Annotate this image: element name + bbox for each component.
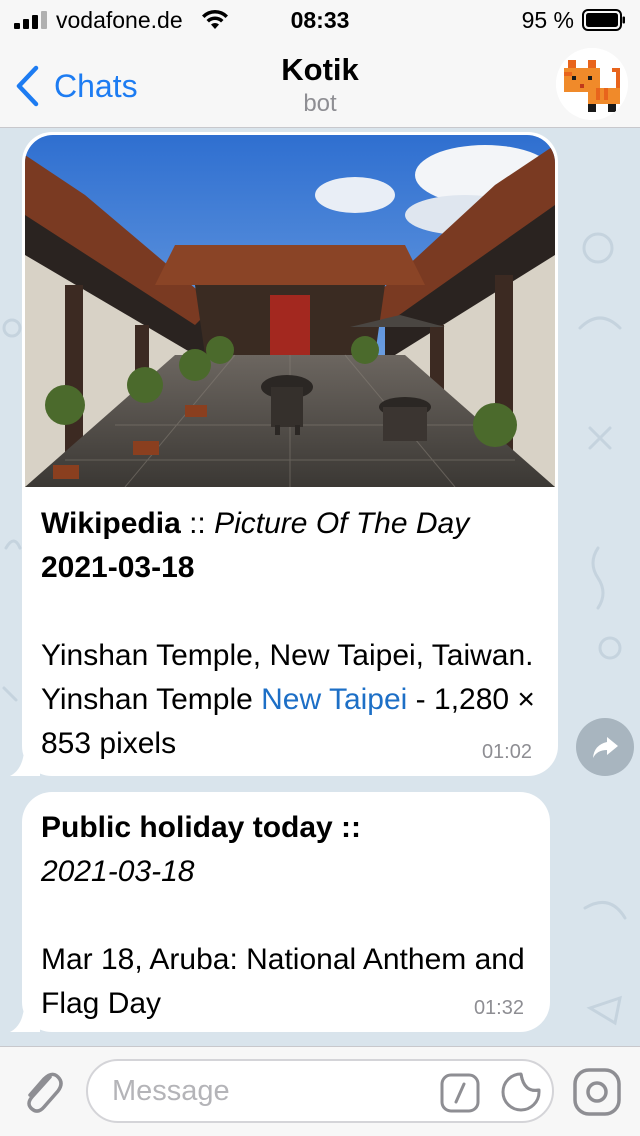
- photo-image: [25, 135, 555, 487]
- message-text: Public holiday today :: 2021-03-18 Mar 1…: [41, 806, 531, 1026]
- pixel-cat-avatar: [556, 48, 628, 120]
- message-heading: Public holiday today ::: [41, 811, 362, 844]
- message-body: Mar 18, Aruba: National Anthem and Flag …: [41, 943, 525, 1020]
- message-bubble[interactable]: Public holiday today :: 2021-03-18 Mar 1…: [10, 792, 550, 1032]
- temple-courtyard-photo[interactable]: [25, 135, 555, 487]
- share-arrow-icon: [593, 737, 618, 758]
- message-source: Wikipedia: [41, 507, 181, 540]
- message-date: 2021-03-18: [41, 551, 195, 584]
- battery-icon: [582, 9, 625, 31]
- avatar[interactable]: [556, 48, 628, 120]
- chat-area[interactable]: Wikipedia :: Picture Of The Day 2021-03-…: [0, 128, 640, 1046]
- message-input[interactable]: [86, 1059, 554, 1123]
- status-bar: vodafone.de 08:33 95 %: [0, 0, 640, 40]
- message-text: Wikipedia :: Picture Of The Day 2021-03-…: [41, 502, 541, 766]
- nav-bar: Chats Kotik bot: [0, 40, 640, 128]
- message-time: 01:32: [473, 997, 524, 1019]
- new-taipei-link[interactable]: New Taipei: [261, 683, 407, 716]
- bot-command-icon[interactable]: [440, 1073, 480, 1113]
- message-time: 01:02: [481, 741, 532, 763]
- message-date: 2021-03-18: [41, 855, 195, 888]
- input-bar: [0, 1046, 640, 1136]
- battery-percentage: 95 %: [521, 7, 574, 33]
- sticker-icon[interactable]: [500, 1071, 542, 1113]
- bubble-tail: [10, 1002, 40, 1032]
- chat-title: Kotik: [281, 52, 359, 87]
- bubble-tail: [10, 746, 40, 776]
- forward-button[interactable]: [576, 718, 634, 776]
- camera-icon[interactable]: [572, 1067, 622, 1117]
- paperclip-icon[interactable]: [20, 1067, 66, 1117]
- message-bubble[interactable]: Wikipedia :: Picture Of The Day 2021-03-…: [10, 132, 558, 776]
- message-heading: Picture Of The Day: [214, 507, 470, 540]
- chat-subtitle: bot: [303, 90, 337, 117]
- separator: ::: [180, 507, 215, 540]
